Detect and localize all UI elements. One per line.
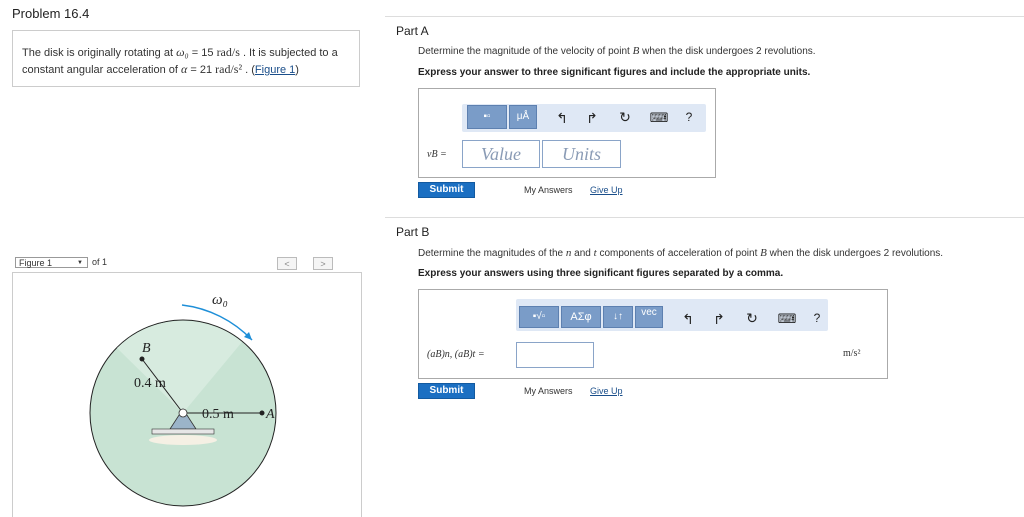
point-b-label: B xyxy=(142,341,151,356)
ground-shadow xyxy=(149,435,217,445)
unit-rad-s: rad/s xyxy=(216,45,240,59)
pin-icon xyxy=(178,408,188,418)
part-a-description: Determine the magnitude of the velocity … xyxy=(418,45,816,57)
unit-rad-s2: rad/s² xyxy=(215,62,243,76)
omega0-symbol: ω₀ xyxy=(176,45,189,59)
part-a-divider xyxy=(385,16,1024,17)
sqrt-template-button[interactable]: ▪√▫ xyxy=(519,306,559,328)
figure-count: of 1 xyxy=(92,257,108,267)
part-a-submit-button[interactable]: Submit xyxy=(418,182,475,198)
problem-title: Problem 16.4 xyxy=(12,6,90,21)
chevron-down-icon: ▼ xyxy=(77,260,83,266)
problem-statement: The disk is originally rotating at ω₀ = … xyxy=(22,45,338,76)
radius-a-label: 0.5 m xyxy=(202,407,234,422)
part-b-description: Determine the magnitudes of the n and t … xyxy=(418,247,944,259)
part-b-title: Part B xyxy=(396,225,430,239)
reset-icon[interactable]: ↻ xyxy=(743,310,761,327)
arrows-button[interactable]: ↓↑ xyxy=(603,306,633,328)
part-a-give-up-link[interactable]: Give Up xyxy=(590,185,623,195)
help-icon[interactable]: ? xyxy=(810,311,824,325)
undo-icon[interactable]: ↰ xyxy=(554,110,570,127)
omega-label: ω₀ xyxy=(212,292,228,308)
units-button[interactable]: μÅ xyxy=(509,105,537,129)
template-button[interactable]: ▪▫ xyxy=(467,105,507,129)
vb-label: vB = xyxy=(427,149,447,160)
part-b-my-answers[interactable]: My Answers xyxy=(524,386,573,396)
keyboard-icon[interactable]: ⌨ xyxy=(776,311,798,327)
point-a-label: A xyxy=(265,407,275,422)
units-input[interactable]: Units xyxy=(542,140,621,168)
ab-components-label: (aB)n, (aB)t = xyxy=(427,349,485,360)
radius-b-label: 0.4 m xyxy=(134,376,166,391)
vector-button[interactable]: vec xyxy=(635,306,663,328)
undo-icon[interactable]: ↰ xyxy=(680,311,696,328)
value-input[interactable]: Value xyxy=(462,140,540,168)
part-b-divider xyxy=(385,217,1024,218)
units-label: m/s² xyxy=(843,348,861,359)
figure-select[interactable]: Figure 1 ▼ xyxy=(15,257,88,268)
reset-icon[interactable]: ↻ xyxy=(616,109,634,126)
part-b-submit-button[interactable]: Submit xyxy=(418,383,475,399)
greek-symbols-button[interactable]: ΑΣφ xyxy=(561,306,601,328)
figure-link[interactable]: Figure 1 xyxy=(255,64,295,76)
part-a-my-answers[interactable]: My Answers xyxy=(524,185,573,195)
figure-prev-button[interactable]: < xyxy=(277,257,297,270)
part-b-give-up-link[interactable]: Give Up xyxy=(590,386,623,396)
acceleration-input[interactable] xyxy=(516,342,594,368)
redo-icon[interactable]: ↱ xyxy=(711,311,727,328)
part-a-title: Part A xyxy=(396,24,429,38)
ground-base xyxy=(151,428,215,435)
help-icon[interactable]: ? xyxy=(682,110,696,124)
point-b-dot xyxy=(139,356,145,362)
redo-icon[interactable]: ↱ xyxy=(584,110,600,127)
keyboard-icon[interactable]: ⌨ xyxy=(648,110,670,126)
part-b-instructions: Express your answers using three signifi… xyxy=(418,268,784,279)
point-a-dot xyxy=(259,410,265,416)
disk-figure: ω₀ B 0.4 m 0.5 m A xyxy=(89,292,277,507)
figure-next-button[interactable]: > xyxy=(313,257,333,270)
part-a-instructions: Express your answer to three significant… xyxy=(418,67,811,78)
